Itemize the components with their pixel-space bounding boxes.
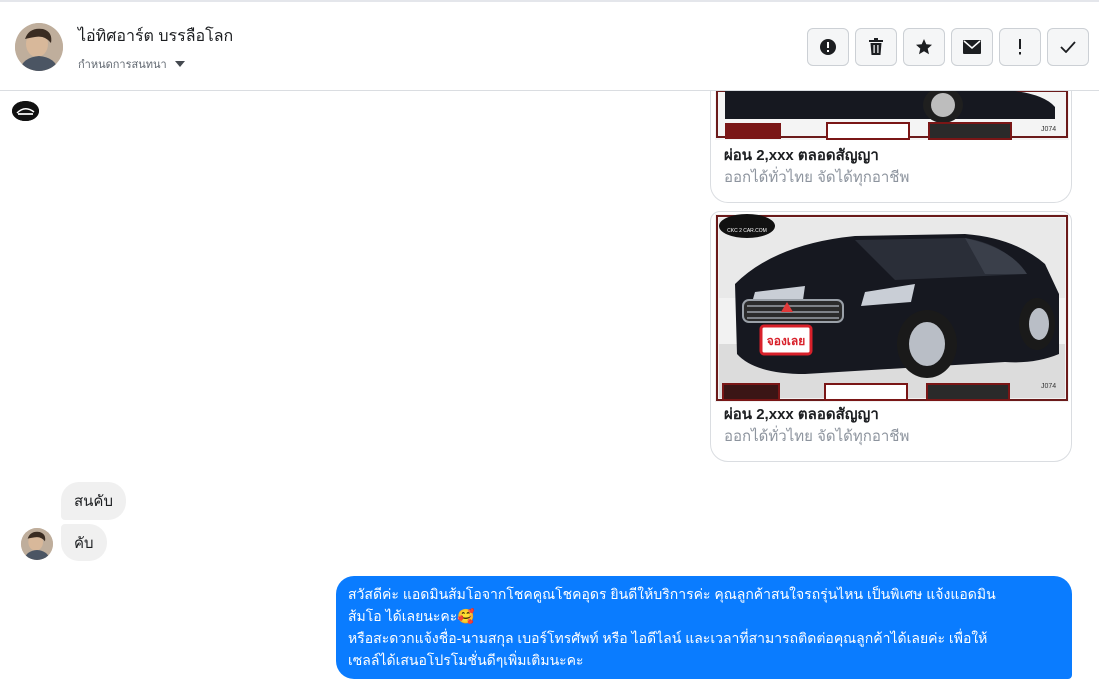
page-logo-icon — [12, 101, 39, 121]
message-text: สนคับ — [74, 493, 113, 510]
message-text: คับ — [74, 534, 94, 552]
report-button[interactable] — [807, 28, 849, 66]
header-actions — [807, 28, 1089, 66]
star-button[interactable] — [903, 28, 945, 66]
card-title: ผ่อน 2,xxx ตลอดสัญญา — [724, 406, 879, 423]
checkmark-icon — [1060, 41, 1076, 53]
star-icon — [916, 39, 932, 55]
mark-unread-button[interactable] — [951, 28, 993, 66]
card-code: J074 — [1041, 383, 1056, 390]
contact-name: ไอ่ทิศอาร์ต บรรลือโลก — [78, 28, 234, 45]
message-line: เซลล์ได้เสนอโปรโมชั่นดีๆเพิ่มเติมนะคะ — [348, 652, 584, 668]
outgoing-message[interactable]: สวัสดีค่ะ แอดมินส้มโอจากโชคคูณโชคอุดร ยิ… — [336, 576, 1072, 679]
message-line: หรือสะดวกแจ้งชื่อ-นามสกุล เบอร์โทรศัพท์ … — [348, 630, 988, 646]
alert-circle-icon — [820, 39, 836, 55]
watermark-text: CKC 2 CAR.COM — [727, 228, 767, 234]
incoming-message[interactable]: คับ — [61, 524, 107, 561]
trash-icon — [869, 38, 883, 55]
car-image: จองเลย CKC 2 CAR.COM J074 — [715, 214, 1069, 402]
exclamation-icon — [1019, 39, 1021, 55]
car-image: J074 — [715, 91, 1069, 140]
contact-avatar[interactable] — [15, 23, 63, 71]
car-promo-card[interactable]: J074 ผ่อน 2,xxx ตลอดสัญญา ออกได้ทั่วไทย … — [710, 91, 1072, 203]
conversation-settings-label: กำหนดการสนทนา — [78, 59, 167, 71]
badge-text: จองเลย — [767, 334, 806, 348]
caret-down-icon — [174, 61, 185, 67]
card-subtitle: ออกได้ทั่วไทย จัดได้ทุกอาชีพ — [724, 169, 910, 186]
reserve-badge: จองเลย — [759, 324, 813, 356]
sender-avatar[interactable] — [21, 528, 53, 560]
envelope-icon — [963, 40, 981, 54]
conversation-settings-dropdown[interactable]: กำหนดการสนทนา — [78, 55, 185, 73]
delete-button[interactable] — [855, 28, 897, 66]
mark-done-button[interactable] — [1047, 28, 1089, 66]
card-title: ผ่อน 2,xxx ตลอดสัญญา — [724, 147, 879, 164]
card-code: J074 — [1041, 126, 1056, 133]
card-subtitle: ออกได้ทั่วไทย จัดได้ทุกอาชีพ — [724, 428, 910, 445]
message-line: ส้มโอ ได้เลยนะคะ🥰 — [348, 608, 475, 624]
incoming-message[interactable]: สนคับ — [61, 482, 126, 520]
mark-important-button[interactable] — [999, 28, 1041, 66]
conversation-header: ไอ่ทิศอาร์ต บรรลือโลก กำหนดการสนทนา — [0, 0, 1099, 91]
message-thread[interactable]: J074 ผ่อน 2,xxx ตลอดสัญญา ออกได้ทั่วไทย … — [0, 91, 1099, 679]
message-line: สวัสดีค่ะ แอดมินส้มโอจากโชคคูณโชคอุดร ยิ… — [348, 586, 996, 602]
car-promo-card[interactable]: จองเลย CKC 2 CAR.COM J074 ผ่อน 2,xxx ตลอ… — [710, 211, 1072, 462]
